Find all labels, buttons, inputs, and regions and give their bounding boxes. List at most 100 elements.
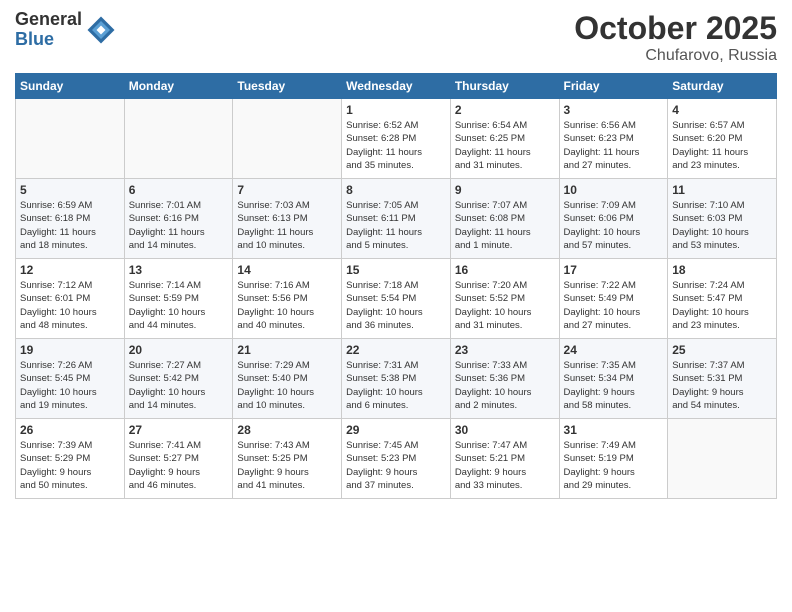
calendar-cell: 2Sunrise: 6:54 AM Sunset: 6:25 PM Daylig…: [450, 99, 559, 179]
calendar-cell: 31 Sunrise: 7:49 AM Sunset: 5:19 PM Dayli…: [559, 419, 668, 499]
day-number: 20: [129, 343, 229, 357]
day-number: 25: [672, 343, 772, 357]
header-cell-friday: Friday: [559, 74, 668, 99]
day-number: 22: [346, 343, 446, 357]
calendar-cell: [16, 99, 125, 179]
logo-icon: [86, 15, 116, 45]
day-info: Sunrise: 7:03 AM Sunset: 6:13 PM Dayligh…: [237, 199, 337, 252]
day-info: Sunrise: 7:22 AM Sunset: 5:49 PM Dayligh…: [564, 279, 664, 332]
month-title: October 2025: [574, 10, 777, 47]
day-info: Sunrise: 7:09 AM Sunset: 6:06 PM Dayligh…: [564, 199, 664, 252]
calendar-cell: 28 Sunrise: 7:43 AM Sunset: 5:25 PM Dayli…: [233, 419, 342, 499]
day-number: 4: [672, 103, 772, 117]
day-info: Sunrise: 6:56 AM Sunset: 6:23 PM Dayligh…: [564, 119, 664, 172]
page-container: General Blue October 2025 Chufarovo, Rus…: [0, 0, 792, 509]
calendar-week-2: 5 Sunrise: 6:59 AM Sunset: 6:18 PM Daylig…: [16, 179, 777, 259]
calendar-cell: 21 Sunrise: 7:29 AM Sunset: 5:40 PM Dayli…: [233, 339, 342, 419]
day-info: Sunrise: 7:24 AM Sunset: 5:47 PM Dayligh…: [672, 279, 772, 332]
header-cell-thursday: Thursday: [450, 74, 559, 99]
day-number: 30: [455, 423, 555, 437]
header-cell-wednesday: Wednesday: [342, 74, 451, 99]
calendar-cell: [124, 99, 233, 179]
day-number: 31: [564, 423, 664, 437]
day-info: Sunrise: 7:45 AM Sunset: 5:23 PM Dayligh…: [346, 439, 446, 492]
calendar-cell: 23 Sunrise: 7:33 AM Sunset: 5:36 PM Dayli…: [450, 339, 559, 419]
day-number: 23: [455, 343, 555, 357]
day-number: 21: [237, 343, 337, 357]
calendar-cell: 22 Sunrise: 7:31 AM Sunset: 5:38 PM Dayli…: [342, 339, 451, 419]
calendar-cell: 25 Sunrise: 7:37 AM Sunset: 5:31 PM Dayli…: [668, 339, 777, 419]
day-info: Sunrise: 6:54 AM Sunset: 6:25 PM Dayligh…: [455, 119, 555, 172]
day-number: 10: [564, 183, 664, 197]
calendar-cell: 10 Sunrise: 7:09 AM Sunset: 6:06 PM Dayli…: [559, 179, 668, 259]
calendar-cell: 30 Sunrise: 7:47 AM Sunset: 5:21 PM Dayli…: [450, 419, 559, 499]
day-info: Sunrise: 7:01 AM Sunset: 6:16 PM Dayligh…: [129, 199, 229, 252]
calendar-cell: 18 Sunrise: 7:24 AM Sunset: 5:47 PM Dayli…: [668, 259, 777, 339]
day-number: 3: [564, 103, 664, 117]
day-info: Sunrise: 7:31 AM Sunset: 5:38 PM Dayligh…: [346, 359, 446, 412]
day-number: 15: [346, 263, 446, 277]
calendar-cell: 9 Sunrise: 7:07 AM Sunset: 6:08 PM Daylig…: [450, 179, 559, 259]
day-number: 24: [564, 343, 664, 357]
calendar-cell: 19 Sunrise: 7:26 AM Sunset: 5:45 PM Dayli…: [16, 339, 125, 419]
day-info: Sunrise: 7:33 AM Sunset: 5:36 PM Dayligh…: [455, 359, 555, 412]
day-info: Sunrise: 7:29 AM Sunset: 5:40 PM Dayligh…: [237, 359, 337, 412]
day-number: 14: [237, 263, 337, 277]
header: General Blue October 2025 Chufarovo, Rus…: [15, 10, 777, 65]
calendar-cell: 12 Sunrise: 7:12 AM Sunset: 6:01 PM Dayli…: [16, 259, 125, 339]
day-info: Sunrise: 7:20 AM Sunset: 5:52 PM Dayligh…: [455, 279, 555, 332]
day-info: Sunrise: 7:26 AM Sunset: 5:45 PM Dayligh…: [20, 359, 120, 412]
day-info: Sunrise: 7:37 AM Sunset: 5:31 PM Dayligh…: [672, 359, 772, 412]
calendar-cell: 24 Sunrise: 7:35 AM Sunset: 5:34 PM Dayli…: [559, 339, 668, 419]
calendar-cell: 4Sunrise: 6:57 AM Sunset: 6:20 PM Daylig…: [668, 99, 777, 179]
day-info: Sunrise: 6:59 AM Sunset: 6:18 PM Dayligh…: [20, 199, 120, 252]
day-info: Sunrise: 7:07 AM Sunset: 6:08 PM Dayligh…: [455, 199, 555, 252]
calendar-cell: [668, 419, 777, 499]
logo: General Blue: [15, 10, 116, 50]
header-cell-monday: Monday: [124, 74, 233, 99]
day-number: 28: [237, 423, 337, 437]
day-number: 19: [20, 343, 120, 357]
calendar-cell: 16Sunrise: 7:20 AM Sunset: 5:52 PM Dayli…: [450, 259, 559, 339]
day-number: 26: [20, 423, 120, 437]
day-info: Sunrise: 7:43 AM Sunset: 5:25 PM Dayligh…: [237, 439, 337, 492]
day-number: 1: [346, 103, 446, 117]
day-info: Sunrise: 7:12 AM Sunset: 6:01 PM Dayligh…: [20, 279, 120, 332]
day-number: 17: [564, 263, 664, 277]
day-info: Sunrise: 7:27 AM Sunset: 5:42 PM Dayligh…: [129, 359, 229, 412]
day-number: 12: [20, 263, 120, 277]
calendar-cell: 3 Sunrise: 6:56 AM Sunset: 6:23 PM Daylig…: [559, 99, 668, 179]
header-cell-saturday: Saturday: [668, 74, 777, 99]
title-block: October 2025 Chufarovo, Russia: [574, 10, 777, 65]
calendar-week-5: 26 Sunrise: 7:39 AM Sunset: 5:29 PM Dayli…: [16, 419, 777, 499]
day-info: Sunrise: 7:35 AM Sunset: 5:34 PM Dayligh…: [564, 359, 664, 412]
calendar-cell: 17 Sunrise: 7:22 AM Sunset: 5:49 PM Dayli…: [559, 259, 668, 339]
calendar-header-row: SundayMondayTuesdayWednesdayThursdayFrid…: [16, 74, 777, 99]
calendar-cell: 11Sunrise: 7:10 AM Sunset: 6:03 PM Dayli…: [668, 179, 777, 259]
calendar-cell: [233, 99, 342, 179]
day-number: 7: [237, 183, 337, 197]
day-info: Sunrise: 7:49 AM Sunset: 5:19 PM Dayligh…: [564, 439, 664, 492]
day-number: 9: [455, 183, 555, 197]
calendar-week-3: 12 Sunrise: 7:12 AM Sunset: 6:01 PM Dayli…: [16, 259, 777, 339]
day-number: 18: [672, 263, 772, 277]
subtitle: Chufarovo, Russia: [574, 47, 777, 65]
calendar-cell: 15 Sunrise: 7:18 AM Sunset: 5:54 PM Dayli…: [342, 259, 451, 339]
day-info: Sunrise: 7:39 AM Sunset: 5:29 PM Dayligh…: [20, 439, 120, 492]
calendar-table: SundayMondayTuesdayWednesdayThursdayFrid…: [15, 73, 777, 499]
calendar-cell: 8 Sunrise: 7:05 AM Sunset: 6:11 PM Daylig…: [342, 179, 451, 259]
day-info: Sunrise: 6:52 AM Sunset: 6:28 PM Dayligh…: [346, 119, 446, 172]
header-cell-tuesday: Tuesday: [233, 74, 342, 99]
day-number: 5: [20, 183, 120, 197]
day-info: Sunrise: 7:05 AM Sunset: 6:11 PM Dayligh…: [346, 199, 446, 252]
header-cell-sunday: Sunday: [16, 74, 125, 99]
day-number: 8: [346, 183, 446, 197]
calendar-cell: 1 Sunrise: 6:52 AM Sunset: 6:28 PM Daylig…: [342, 99, 451, 179]
day-number: 29: [346, 423, 446, 437]
day-info: Sunrise: 7:18 AM Sunset: 5:54 PM Dayligh…: [346, 279, 446, 332]
day-number: 11: [672, 183, 772, 197]
logo-text: General Blue: [15, 10, 82, 50]
day-info: Sunrise: 7:47 AM Sunset: 5:21 PM Dayligh…: [455, 439, 555, 492]
day-info: Sunrise: 7:41 AM Sunset: 5:27 PM Dayligh…: [129, 439, 229, 492]
logo-general: General: [15, 10, 82, 30]
